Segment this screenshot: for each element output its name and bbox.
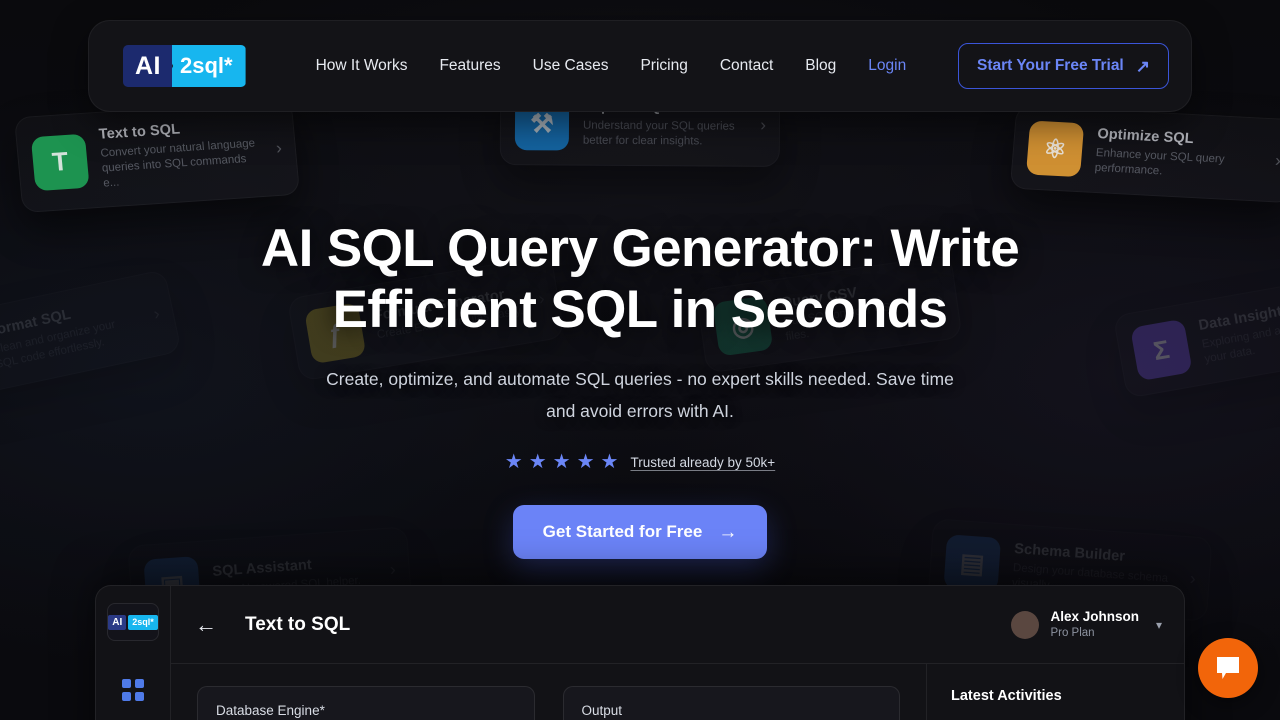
floating-card-desc: Convert your natural language queries in… bbox=[100, 137, 256, 190]
floating-card-text-to-sql: T Text to SQL Convert your natural langu… bbox=[14, 99, 300, 213]
chat-bubble-icon bbox=[1217, 657, 1239, 679]
grid-cell bbox=[122, 692, 131, 701]
hero-section: AI SQL Query Generator: Write Efficient … bbox=[0, 218, 1280, 560]
latest-activities-panel: Latest Activities bbox=[926, 664, 1184, 720]
app-sidebar: AI 2sql* bbox=[96, 586, 171, 720]
floating-card-title: Text to SQL bbox=[98, 121, 181, 143]
app-logo-2sql-text: 2sql* bbox=[128, 614, 158, 630]
main-navbar: AI 2sql* How It Works Features Use Cases… bbox=[88, 20, 1192, 112]
grid-cell bbox=[135, 692, 144, 701]
text-t-icon: T bbox=[30, 133, 90, 191]
grid-cell bbox=[122, 679, 131, 688]
app-main: ← Text to SQL Alex Johnson Pro Plan ▾ Da… bbox=[171, 586, 1184, 720]
logo-2sql-text: 2sql* bbox=[164, 45, 246, 87]
chevron-right-icon: › bbox=[275, 138, 283, 158]
floating-card-optimize-sql: ⚛ Optimize SQL Enhance your SQL query pe… bbox=[1010, 105, 1280, 203]
app-preview-panel: AI 2sql* ← Text to SQL Alex Johnson Pro … bbox=[95, 585, 1185, 720]
arrow-right-icon: → bbox=[718, 521, 738, 543]
brand-logo[interactable]: AI 2sql* bbox=[123, 45, 246, 87]
database-engine-field[interactable]: Database Engine* bbox=[197, 686, 535, 720]
star-icon: ★ bbox=[552, 451, 571, 474]
avatar bbox=[1011, 610, 1040, 639]
chevron-right-icon: › bbox=[1274, 150, 1280, 171]
trust-rating: ★ ★ ★ ★ ★ Trusted already by 50k+ bbox=[0, 452, 1280, 472]
nav-link-use-cases[interactable]: Use Cases bbox=[517, 47, 625, 85]
get-started-button[interactable]: Get Started for Free → bbox=[512, 505, 768, 560]
grid-icon[interactable] bbox=[122, 679, 144, 701]
floating-card-desc: Enhance your SQL query performance. bbox=[1094, 146, 1225, 178]
latest-activities-title: Latest Activities bbox=[951, 688, 1062, 704]
chevron-right-icon: › bbox=[1189, 568, 1197, 589]
app-sidebar-logo[interactable]: AI 2sql* bbox=[107, 603, 159, 641]
page-root: ≡ Format SQL Clean and organize your SQL… bbox=[0, 0, 1280, 720]
user-name: Alex Johnson bbox=[1050, 608, 1139, 624]
start-free-trial-label: Start Your Free Trial bbox=[977, 57, 1124, 74]
atom-icon: ⚛ bbox=[1025, 120, 1085, 178]
floating-card-title: Optimize SQL bbox=[1096, 125, 1195, 147]
nav-link-blog[interactable]: Blog bbox=[789, 47, 852, 85]
logo-ai-text: AI bbox=[123, 45, 172, 87]
star-icon: ★ bbox=[528, 451, 547, 474]
user-plan: Pro Plan bbox=[1050, 626, 1095, 639]
hero-subheadline: Create, optimize, and automate SQL queri… bbox=[326, 369, 954, 422]
nav-link-contact[interactable]: Contact bbox=[704, 47, 789, 85]
app-header: ← Text to SQL Alex Johnson Pro Plan ▾ bbox=[171, 586, 1184, 664]
nav-link-how-it-works[interactable]: How It Works bbox=[300, 47, 424, 85]
star-icon: ★ bbox=[600, 451, 619, 474]
back-arrow-icon[interactable]: ← bbox=[195, 613, 217, 636]
chevron-right-icon: › bbox=[760, 115, 767, 135]
chat-widget-button[interactable] bbox=[1198, 638, 1258, 698]
start-free-trial-button[interactable]: Start Your Free Trial ↗ bbox=[958, 43, 1169, 89]
nav-links: How It Works Features Use Cases Pricing … bbox=[300, 47, 948, 85]
app-form: Database Engine* Output bbox=[171, 664, 926, 720]
output-field[interactable]: Output bbox=[562, 686, 900, 720]
database-engine-label: Database Engine* bbox=[216, 703, 325, 718]
trusted-by-text: Trusted already by 50k+ bbox=[630, 454, 776, 470]
user-menu[interactable]: Alex Johnson Pro Plan ▾ bbox=[1011, 609, 1162, 640]
star-rating: ★ ★ ★ ★ ★ bbox=[505, 452, 619, 472]
hero-headline: AI SQL Query Generator: Write Efficient … bbox=[260, 219, 1020, 340]
star-icon: ★ bbox=[576, 451, 595, 474]
output-label: Output bbox=[581, 703, 623, 718]
app-page-title: Text to SQL bbox=[245, 613, 351, 635]
user-info: Alex Johnson Pro Plan bbox=[1050, 609, 1139, 640]
nav-link-pricing[interactable]: Pricing bbox=[624, 47, 703, 85]
grid-cell bbox=[135, 679, 144, 688]
floating-card-desc: Understand your SQL queries better for c… bbox=[582, 119, 735, 148]
get-started-label: Get Started for Free bbox=[542, 522, 703, 542]
app-logo-ai-text: AI bbox=[108, 614, 127, 630]
nav-link-features[interactable]: Features bbox=[423, 47, 516, 85]
chevron-right-icon: › bbox=[389, 559, 397, 580]
arrow-up-right-icon: ↗ bbox=[1135, 56, 1150, 76]
star-icon: ★ bbox=[504, 451, 523, 474]
nav-link-login[interactable]: Login bbox=[852, 47, 922, 85]
chevron-down-icon: ▾ bbox=[1155, 617, 1162, 632]
app-body: Database Engine* Output Latest Activitie… bbox=[171, 664, 1184, 720]
